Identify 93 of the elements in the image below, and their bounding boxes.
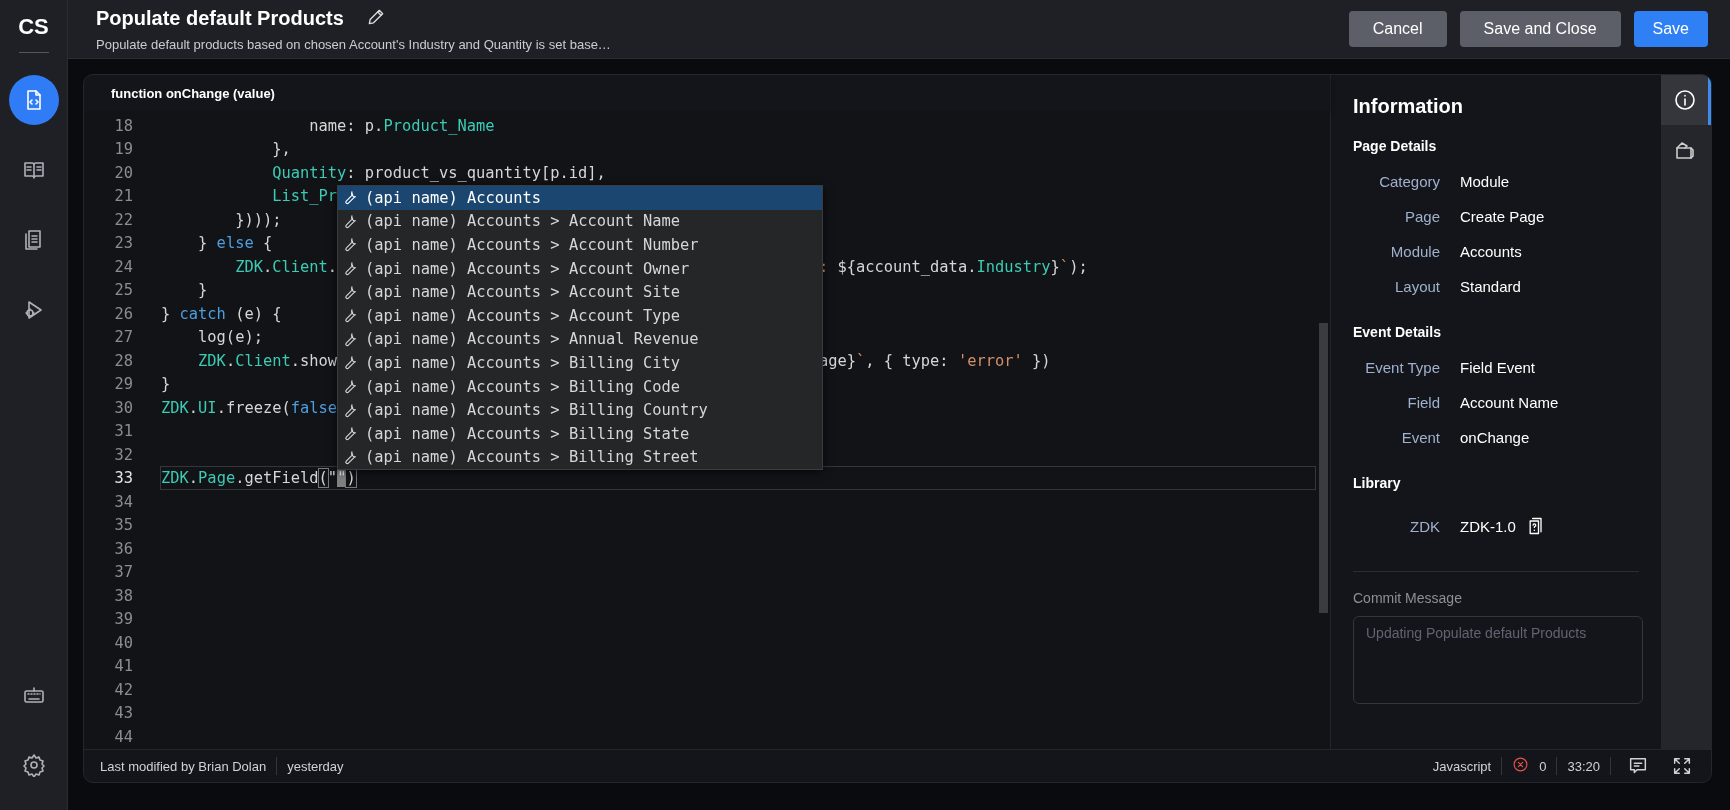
field-label: Module bbox=[1389, 243, 1440, 260]
line-number: 27 bbox=[113, 328, 134, 347]
code-line: ZDK.Client. bbox=[234, 257, 338, 276]
field-value: Account Name bbox=[1460, 394, 1559, 411]
section-heading: Library bbox=[1353, 475, 1402, 491]
section-heading: Page Details bbox=[1353, 138, 1438, 154]
app-logo: CS bbox=[18, 14, 49, 40]
field-label: Layout bbox=[1393, 278, 1440, 295]
action-button[interactable]: Cancel bbox=[1348, 11, 1447, 47]
line-number: 24 bbox=[113, 257, 134, 276]
field-label: Page bbox=[1403, 208, 1440, 225]
code-line: ZDK.UI.freeze(false bbox=[161, 398, 338, 417]
line-number: 25 bbox=[113, 281, 134, 300]
suggestion-item[interactable]: (api name) Accounts > Account Site bbox=[338, 280, 823, 304]
sidebar-item[interactable] bbox=[8, 75, 59, 125]
line-number: 20 bbox=[113, 163, 134, 182]
field-value: Accounts bbox=[1460, 243, 1522, 260]
panel-title: Information bbox=[1353, 95, 1464, 118]
action-button[interactable]: Save and Close bbox=[1459, 11, 1621, 47]
code-line: }))); bbox=[234, 210, 282, 229]
line-number: 43 bbox=[113, 704, 134, 723]
commit-message-label: Commit Message bbox=[1353, 590, 1463, 606]
suggestion-item[interactable]: (api name) Accounts bbox=[338, 186, 823, 210]
line-number: 35 bbox=[113, 516, 134, 535]
field-label: Event bbox=[1400, 429, 1440, 446]
code-line: } else { bbox=[197, 234, 273, 253]
scrollbar[interactable] bbox=[1319, 323, 1328, 613]
panel-tab[interactable] bbox=[1661, 75, 1711, 125]
save-button[interactable]: Save bbox=[1633, 11, 1708, 47]
line-number: 41 bbox=[113, 657, 134, 676]
code-line: log(e); bbox=[197, 328, 263, 347]
error-icon bbox=[1512, 756, 1530, 773]
suggestion-item[interactable]: (api name) Accounts > Billing State bbox=[338, 421, 823, 446]
line-number: 22 bbox=[113, 210, 134, 229]
suggestion-item[interactable]: (api name) Accounts > Annual Revenue bbox=[338, 327, 823, 352]
language-label: Javascript bbox=[1432, 758, 1492, 774]
line-number: 30 bbox=[113, 398, 134, 417]
line-number: 29 bbox=[113, 375, 134, 394]
line-number: 38 bbox=[113, 586, 134, 605]
line-number: 28 bbox=[113, 351, 134, 370]
code-line: name: p.Product_Name bbox=[308, 116, 495, 135]
code-line: Quantity: product_vs_quantity[p.id], bbox=[271, 163, 606, 182]
field-label: Category bbox=[1378, 173, 1440, 190]
info-icon bbox=[1672, 88, 1697, 112]
field-value: ZDK-1.0 bbox=[1460, 517, 1516, 535]
field-value: Create Page bbox=[1460, 208, 1545, 225]
suggestion-item[interactable]: (api name) Accounts > Billing City bbox=[338, 351, 823, 375]
cursor-position: 33:20 bbox=[1567, 758, 1600, 774]
line-number: 32 bbox=[113, 445, 134, 464]
commit-message-field[interactable]: Updating Populate default Products bbox=[1353, 616, 1643, 704]
function-signature: function onChange (value) bbox=[84, 75, 1330, 111]
section-heading: Event Details bbox=[1353, 324, 1442, 340]
last-modified-text: Last modified by Brian Dolan bbox=[100, 758, 267, 774]
suggestion-item[interactable]: (api name) Accounts > Billing Country bbox=[338, 398, 823, 422]
suggestion-item[interactable]: (api name) Accounts > Account Number bbox=[338, 233, 823, 257]
suggestion-item[interactable]: (api name) Accounts > Account Type bbox=[338, 303, 823, 328]
line-number: 42 bbox=[113, 680, 134, 699]
code-line: ZDK.Client.show bbox=[197, 351, 338, 370]
field-value: Module bbox=[1460, 173, 1510, 190]
error-count: 0 bbox=[1539, 758, 1547, 774]
code-line: List_Pr bbox=[271, 187, 338, 206]
line-number: 19 bbox=[113, 140, 134, 159]
line-number: 37 bbox=[113, 563, 134, 582]
line-number: 18 bbox=[113, 116, 134, 135]
field-label: Field bbox=[1406, 394, 1440, 411]
code-line: } bbox=[161, 375, 171, 394]
field-value: Field Event bbox=[1460, 359, 1536, 376]
line-number: 34 bbox=[113, 492, 134, 511]
line-number: 40 bbox=[113, 633, 134, 652]
line-number: 21 bbox=[113, 187, 134, 206]
line-number: 31 bbox=[113, 422, 134, 441]
field-value: Standard bbox=[1460, 278, 1521, 295]
expand-icon bbox=[1671, 755, 1693, 777]
field-value: onChange bbox=[1460, 429, 1530, 446]
line-number: 36 bbox=[113, 539, 134, 558]
field-label: ZDK bbox=[1409, 517, 1440, 535]
code-line: } catch (e) { bbox=[161, 304, 282, 323]
line-number: 39 bbox=[113, 610, 134, 629]
suggestion-item[interactable]: (api name) Accounts > Billing Street bbox=[338, 445, 823, 470]
suggestion-item[interactable]: (api name) Accounts > Account Name bbox=[338, 209, 823, 234]
line-number: 26 bbox=[113, 304, 134, 323]
code-line: } bbox=[197, 281, 208, 300]
line-number: 44 bbox=[113, 727, 134, 746]
line-number: 33 bbox=[113, 469, 134, 488]
field-label: Event Type bbox=[1364, 359, 1440, 376]
code-line: ZDK.Page.getField("") bbox=[161, 469, 356, 488]
settings-icon bbox=[21, 753, 46, 777]
modified-time: yesterday bbox=[287, 758, 344, 774]
suggestion-item[interactable]: (api name) Accounts > Billing Code bbox=[338, 374, 823, 399]
line-number: 23 bbox=[113, 234, 134, 253]
page-description: Populate default products based on chosen Account's Industry and Quantity is set base… bbox=[96, 36, 612, 52]
page-title: Populate default Products bbox=[96, 7, 344, 30]
code-line: }, bbox=[271, 140, 291, 159]
